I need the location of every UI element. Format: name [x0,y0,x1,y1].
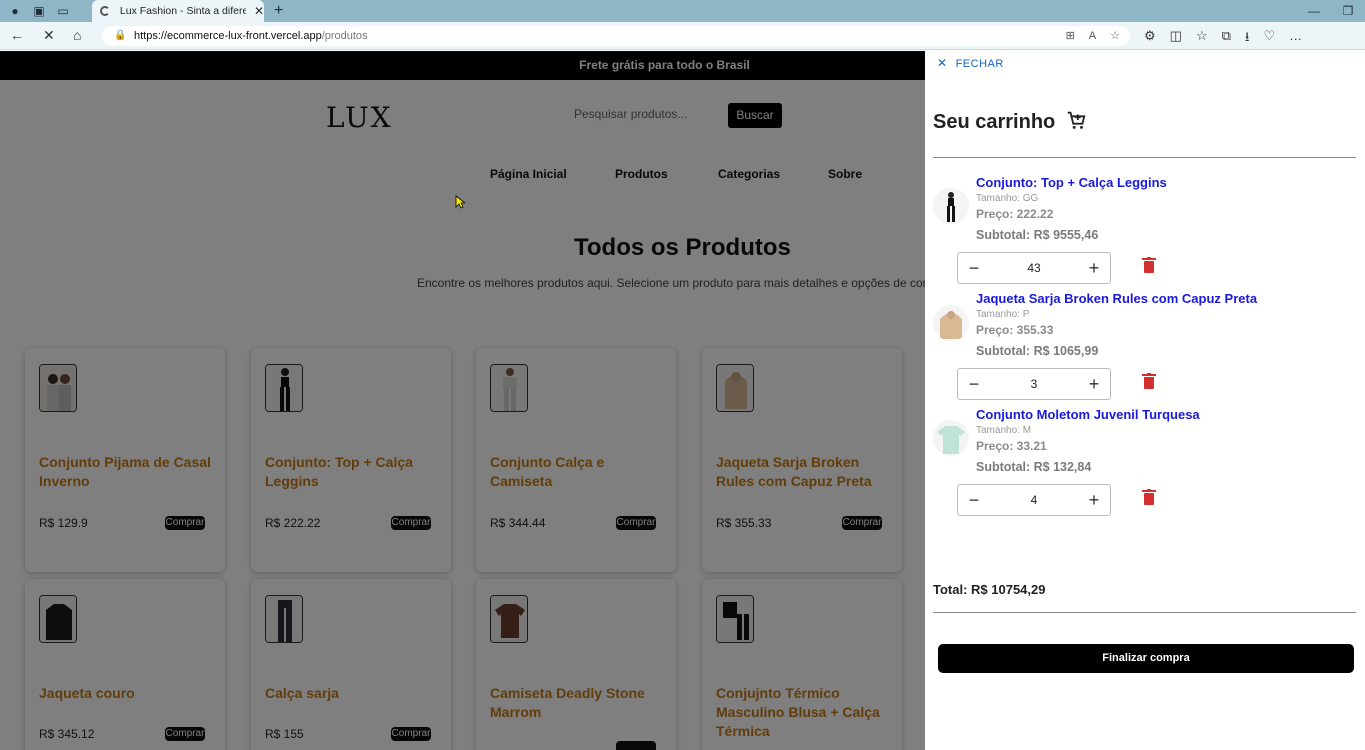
tab-actions-icon[interactable]: ▭ [54,2,72,20]
quantity-value[interactable]: 43 [990,253,1078,283]
new-tab-icon[interactable]: + [274,2,283,20]
total-divider [933,612,1356,613]
favorites-icon[interactable]: ☆ [1196,28,1208,50]
cart-item-size: Tamanho: M [976,425,1032,436]
minimize-icon[interactable]: — [1297,0,1331,22]
extensions-icon[interactable]: ⚙ [1144,28,1156,50]
app-available-icon[interactable]: ⊞ [1066,26,1075,46]
add-shopping-cart-icon [1067,111,1086,129]
cart-item-price: Preço: 355.33 [976,323,1054,337]
cart-item-image [933,188,969,224]
cart-drawer: ✕ FECHAR Seu carrinho Conjunto: Top + Cal… [925,51,1365,750]
lock-icon: 🔒 [114,30,127,41]
cart-item-image [933,305,969,341]
restore-icon[interactable]: ❐ [1331,0,1365,22]
checkout-button[interactable]: Finalizar compra [938,644,1354,673]
window-controls: — ❐ [1297,0,1365,22]
quantity-stepper: − 3 + [957,368,1111,400]
cart-item-subtotal: Subtotal: R$ 1065,99 [976,344,1099,358]
increase-quantity-icon[interactable]: + [1078,485,1110,515]
cart-divider [933,157,1356,158]
browser-tab[interactable]: Lux Fashion - Sinta a diferença d ✕ [92,0,264,22]
cart-title: Seu carrinho [933,109,1087,134]
cart-item-name[interactable]: Conjunto Moletom Juvenil Turquesa [976,407,1200,422]
browser-tab-bar: ● ▣ ▭ Lux Fashion - Sinta a diferença d … [0,0,1365,22]
profile-icon[interactable]: ● [6,2,24,20]
cart-title-text: Seu carrinho [933,111,1056,133]
decrease-quantity-icon[interactable]: − [958,485,990,515]
cart-item-name[interactable]: Conjunto: Top + Calça Leggins [976,175,1167,190]
workspaces-icon[interactable]: ▣ [30,2,48,20]
close-label: FECHAR [955,58,1004,70]
delete-item-icon[interactable] [1142,489,1156,505]
loading-icon [100,6,110,16]
cart-item-price: Preço: 222.22 [976,207,1054,221]
delete-item-icon[interactable] [1142,257,1156,273]
cart-item-size: Tamanho: GG [976,193,1039,204]
tab-title: Lux Fashion - Sinta a diferença d [119,5,246,17]
read-aloud-icon[interactable]: A [1089,26,1096,46]
performance-icon[interactable]: ♡ [1263,28,1275,50]
url-field[interactable]: 🔒 https://ecommerce-lux-front.vercel.app… [102,26,1130,46]
cart-item-price: Preço: 33.21 [976,439,1047,453]
back-icon[interactable]: ← [10,27,24,43]
url-path: /produtos [321,30,368,42]
cart-item-image [933,420,969,456]
quantity-stepper: − 43 + [957,252,1111,284]
quantity-value[interactable]: 4 [990,485,1078,515]
collections-icon[interactable]: ⧉ [1222,28,1231,50]
cart-item-name[interactable]: Jaqueta Sarja Broken Rules com Capuz Pre… [976,291,1257,306]
favorite-star-icon[interactable]: ☆ [1110,26,1120,46]
cart-item-subtotal: Subtotal: R$ 9555,46 [976,228,1099,242]
cart-item-size: Tamanho: P [976,309,1030,320]
delete-item-icon[interactable] [1142,373,1156,389]
decrease-quantity-icon[interactable]: − [958,253,990,283]
increase-quantity-icon[interactable]: + [1078,369,1110,399]
page-content: Frete grátis para todo o Brasil LUX Pesq… [0,51,1365,750]
close-cart-button[interactable]: ✕ FECHAR [937,56,1004,70]
cart-item-subtotal: Subtotal: R$ 132,84 [976,460,1092,474]
close-icon: ✕ [937,56,948,70]
downloads-icon[interactable]: ⭳ [1245,28,1250,50]
mouse-cursor-icon [455,195,465,209]
more-menu-icon[interactable]: … [1289,28,1302,50]
home-icon[interactable]: ⌂ [73,27,81,43]
address-bar: ← ✕ ⌂ 🔒 https://ecommerce-lux-front.verc… [0,22,1365,50]
increase-quantity-icon[interactable]: + [1078,253,1110,283]
quantity-stepper: − 4 + [957,484,1111,516]
cart-total: Total: R$ 10754,29 [933,582,1046,597]
decrease-quantity-icon[interactable]: − [958,369,990,399]
url-actions: ⊞ A ☆ [1066,26,1120,46]
browser-toolbar: ⚙ ◫ ☆ ⧉ ⭳ ♡ … [1144,28,1302,50]
stop-icon[interactable]: ✕ [43,27,55,44]
close-tab-icon[interactable]: ✕ [254,4,264,18]
split-screen-icon[interactable]: ◫ [1170,28,1182,50]
url-host: https://ecommerce-lux-front.vercel.app [134,30,322,42]
modal-backdrop[interactable] [0,51,925,750]
quantity-value[interactable]: 3 [990,369,1078,399]
